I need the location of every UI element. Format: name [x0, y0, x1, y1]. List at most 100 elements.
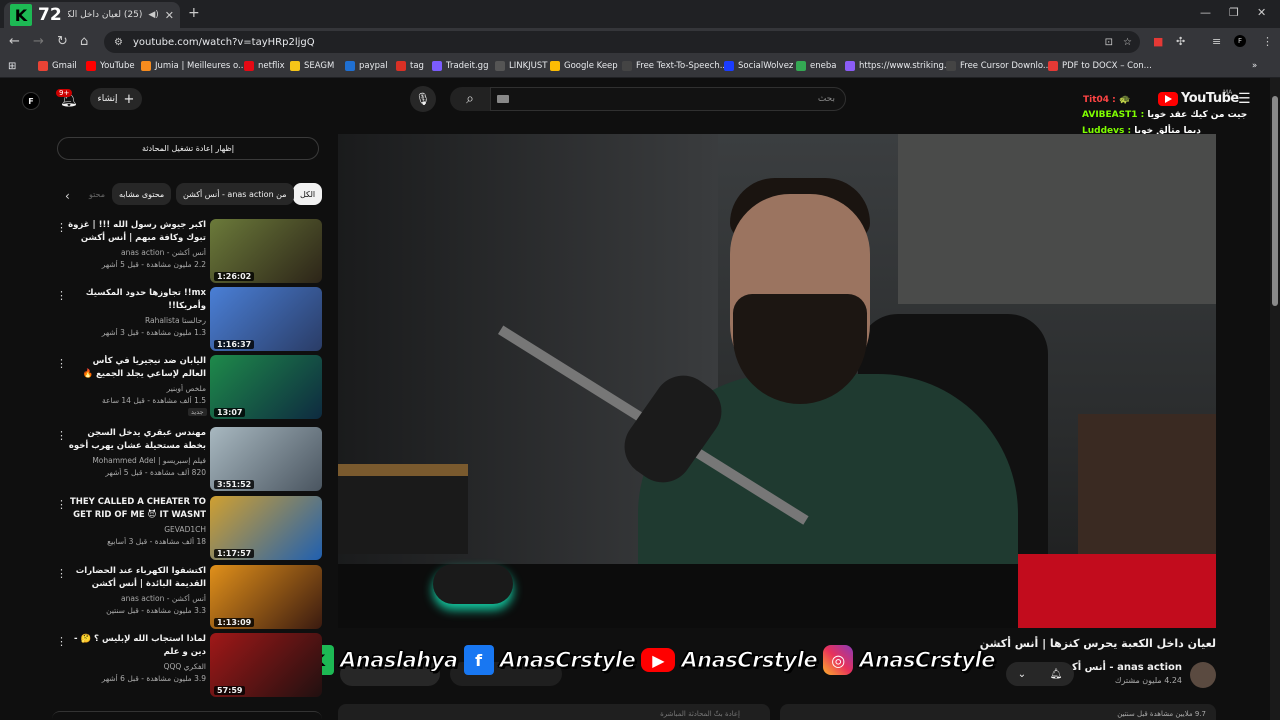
bookmark-favicon-icon [396, 61, 406, 71]
bookmark-favicon-icon [550, 61, 560, 71]
recommended-video[interactable]: 57:59 لماذا استجاب الله لإبليس ؟ 🤔 - دين … [52, 633, 322, 697]
site-info-icon[interactable]: ⚙ [114, 37, 123, 48]
profile-avatar-icon[interactable]: F [1234, 35, 1246, 47]
video-title[interactable]: اكبر جيوش رسول الله !!! | غزوة تبوك وكاف… [66, 219, 206, 245]
recommended-video[interactable]: 1:13:09 اكتشفوا الكهرباء عند الحضارات الق… [52, 565, 322, 629]
bookmark-favicon-icon [946, 61, 956, 71]
bookmark-favicon-icon [86, 61, 96, 71]
bookmark-item[interactable]: LINKJUST [495, 61, 548, 71]
bookmark-item[interactable]: https://www.striking... [845, 61, 952, 71]
voice-search-mic-icon[interactable]: 🎙︎ [410, 86, 436, 112]
kick-handle: Anaslahya [340, 648, 459, 673]
bookmark-item[interactable]: Gmail [38, 61, 77, 71]
video-channel[interactable]: GEVAD1CH [66, 525, 206, 534]
more-actions-icon[interactable]: ⋮ [56, 357, 67, 370]
bookmark-label: SocialWolvez [738, 61, 794, 71]
video-title[interactable]: لماذا استجاب الله لإبليس ؟ 🤔 - دين و علم [66, 633, 206, 659]
video-title[interactable]: مهندس عبقري يدخل السجن بخطة مستحيلة عشان… [66, 427, 206, 454]
account-avatar[interactable]: F [22, 92, 40, 110]
new-tab-icon[interactable]: + [188, 5, 200, 21]
subscribed-bell-button[interactable]: ⌄ 🔔︎ [1006, 662, 1074, 686]
video-title[interactable]: mx!! تجاوزها حدود المكسيك وأمريكا!! [66, 287, 206, 313]
video-duration: 1:26:02 [214, 272, 255, 281]
recommended-video[interactable]: 1:26:02 اكبر جيوش رسول الله !!! | غزوة تب… [52, 219, 322, 283]
keyboard-icon[interactable] [497, 95, 509, 103]
bookmark-item[interactable]: Jumia | Meilleures o... [141, 61, 246, 71]
bookmark-item[interactable]: SocialWolvez [724, 61, 793, 71]
minimize-icon[interactable]: — [1200, 6, 1211, 19]
youtube-icon: ▶ [641, 648, 676, 672]
bookmark-favicon-icon [495, 61, 505, 71]
chip-more[interactable]: محتو [82, 183, 112, 205]
description-card[interactable]: 9.7 ملايين مشاهدة قبل سنتين [780, 704, 1216, 720]
guide-menu-icon[interactable]: ☰ [1238, 91, 1251, 107]
video-duration: 13:07 [214, 408, 246, 417]
bookmark-item[interactable]: Tradeit.gg [432, 61, 488, 71]
create-button[interactable]: إنشاء + [90, 88, 142, 110]
more-actions-icon[interactable]: ⋮ [56, 289, 67, 302]
video-channel[interactable]: رحالستا Rahalista [66, 316, 206, 325]
home-icon[interactable]: ⌂ [80, 34, 88, 49]
video-title[interactable]: THEY CALLED A CHEATER TO GET RID OF ME 😈… [66, 496, 206, 523]
more-actions-icon[interactable]: ⋮ [56, 567, 67, 580]
back-icon[interactable]: ← [9, 34, 20, 49]
restore-icon[interactable]: ❐ [1229, 6, 1239, 19]
extension-icon[interactable]: ■ [1153, 35, 1163, 48]
video-title[interactable]: اليابان ضد نيجيريا في كأس العالم لإساعي … [66, 355, 206, 382]
chip-all[interactable]: الكل [293, 183, 323, 205]
bookmark-item[interactable]: Free Cursor Downlo... [946, 61, 1051, 71]
bookmark-item[interactable]: eneba [796, 61, 836, 71]
video-channel[interactable]: فيلم إسبريسو | Mohammed Adel [66, 456, 206, 465]
filter-chips: الكل من anas action - أنس أكشن محتوى مشا… [60, 183, 323, 207]
video-channel[interactable]: ملخص أوبنير [66, 384, 206, 393]
video-duration: 3:51:52 [214, 480, 255, 489]
bookmark-item[interactable]: YouTube [86, 61, 135, 71]
forward-icon[interactable]: → [33, 34, 44, 49]
bookmark-item[interactable]: Free Text-To-Speech... [622, 61, 728, 71]
extensions-puzzle-icon[interactable]: ✣ [1176, 35, 1185, 48]
bookmark-favicon-icon [432, 61, 442, 71]
recommended-video[interactable]: 3:51:52 مهندس عبقري يدخل السجن بخطة مستحي… [52, 427, 322, 491]
bookmark-label: SEAGM [304, 61, 335, 71]
show-chat-replay-button[interactable]: إظهار إعادة تشغيل المحادثة [57, 137, 319, 160]
browser-tab[interactable]: K 72 (25) لعيان داخل الكعبة يحرس ◀) ✕ [4, 2, 180, 28]
address-bar[interactable]: ⚙ youtube.com/watch?v=tayHRp2ljgQ ⊡ ☆ [104, 31, 1140, 53]
browser-toolbar: ← → ↻ ⌂ ⚙ youtube.com/watch?v=tayHRp2ljg… [0, 28, 1280, 56]
more-actions-icon[interactable]: ⋮ [56, 498, 67, 511]
video-channel[interactable]: الفكري QQQ [66, 662, 206, 671]
recommended-video[interactable]: 1:16:37 mx!! تجاوزها حدود المكسيك وأمريكا… [52, 287, 322, 351]
reload-icon[interactable]: ↻ [57, 34, 68, 49]
page-scrollbar[interactable] [1270, 78, 1280, 720]
apps-grid-icon[interactable]: ⊞ [8, 61, 16, 72]
bookmark-item[interactable]: netflix [244, 61, 285, 71]
bookmark-item[interactable]: PDF to DOCX – Con... [1048, 61, 1152, 71]
video-title[interactable]: اكتشفوا الكهرباء عند الحضارات القديمة ال… [66, 565, 206, 591]
media-control-icon[interactable]: ≡ [1212, 35, 1221, 48]
chip-related[interactable]: محتوى مشابه [112, 183, 172, 205]
close-window-icon[interactable]: ✕ [1257, 6, 1266, 19]
audio-icon[interactable]: ◀) [148, 10, 158, 20]
more-actions-icon[interactable]: ⋮ [56, 221, 67, 234]
video-channel[interactable]: أنس أكشن - anas action [66, 594, 206, 603]
search-input[interactable]: بحث [490, 87, 846, 111]
channel-avatar[interactable] [1190, 662, 1216, 688]
bookmarks-overflow-icon[interactable]: » [1252, 61, 1257, 71]
bookmark-favicon-icon [141, 61, 151, 71]
recommended-video[interactable]: 1:17:57 THEY CALLED A CHEATER TO GET RID … [52, 496, 322, 560]
video-channel[interactable]: أنس أكشن - anas action [66, 248, 206, 257]
more-actions-icon[interactable]: ⋮ [56, 635, 67, 648]
bookmark-item[interactable]: paypal [345, 61, 388, 71]
scrollbar-thumb[interactable] [1272, 96, 1278, 306]
recommended-video[interactable]: 13:07 اليابان ضد نيجيريا في كأس العالم لإ… [52, 355, 322, 419]
video-player[interactable] [338, 134, 1216, 628]
bookmark-item[interactable]: Google Keep [550, 61, 618, 71]
menu-dots-icon[interactable]: ⋮ [1262, 35, 1273, 48]
more-actions-icon[interactable]: ⋮ [56, 429, 67, 442]
chip-from-channel[interactable]: من anas action - أنس أكشن [176, 183, 294, 205]
install-app-icon[interactable]: ⊡ [1105, 37, 1113, 48]
search-button[interactable]: ⌕ [450, 87, 490, 111]
bookmark-star-icon[interactable]: ☆ [1123, 37, 1132, 48]
bookmark-item[interactable]: SEAGM [290, 61, 334, 71]
bookmark-item[interactable]: tag [396, 61, 424, 71]
tab-close-icon[interactable]: ✕ [165, 9, 174, 22]
